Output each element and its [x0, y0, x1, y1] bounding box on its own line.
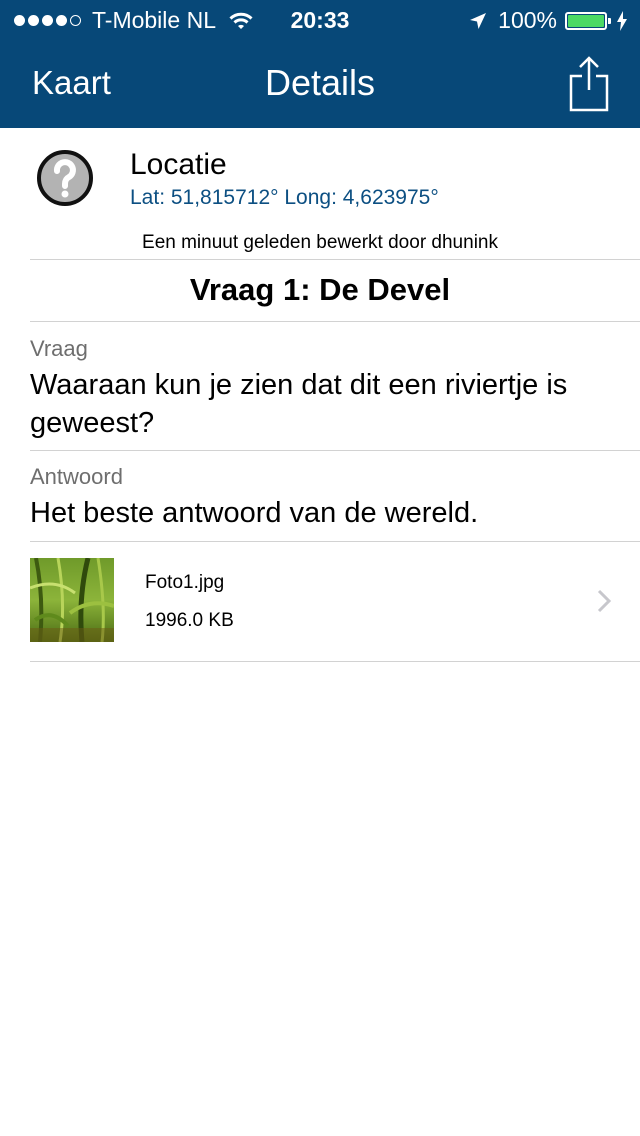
share-icon[interactable] [568, 56, 610, 112]
divider [30, 450, 640, 451]
top-bar: T-Mobile NL 20:33 100% Kaart Details [0, 0, 640, 128]
question-title: Vraag 1: De Devel [189, 272, 451, 307]
attachment-filename: Foto1.jpg [145, 572, 225, 593]
edited-by-text: Een minuut geleden bewerkt door dhunink [142, 232, 498, 253]
divider [30, 321, 640, 322]
vraag-text: Waaraan kun je zien dat dit een riviertj… [30, 369, 568, 439]
chevron-right-icon [597, 589, 612, 613]
divider [30, 259, 640, 260]
nav-title: Details [264, 62, 376, 103]
vraag-label: Vraag [30, 336, 88, 361]
navigation-bar: Kaart Details [0, 40, 640, 128]
attachment-row[interactable]: Foto1.jpg 1996.0 KB [0, 542, 640, 661]
location-coordinates: Lat: 51,815712° Long: 4,623975° [130, 186, 439, 209]
location-title: Locatie [130, 148, 227, 181]
status-bar: T-Mobile NL 20:33 100% [0, 0, 640, 40]
battery-icon [565, 11, 611, 30]
divider [30, 661, 640, 662]
location-section: Locatie Lat: 51,815712° Long: 4,623975° … [0, 128, 640, 258]
status-right-group: 100% [468, 7, 628, 34]
charging-bolt-icon [617, 10, 627, 31]
antwoord-label: Antwoord [30, 464, 123, 489]
location-arrow-icon [470, 12, 487, 29]
battery-percent: 100% [498, 7, 557, 33]
attachment-size: 1996.0 KB [145, 610, 234, 631]
question-mark-icon [37, 150, 93, 206]
antwoord-text: Het beste antwoord van de wereld. [30, 497, 479, 529]
photo-thumbnail [30, 558, 114, 642]
